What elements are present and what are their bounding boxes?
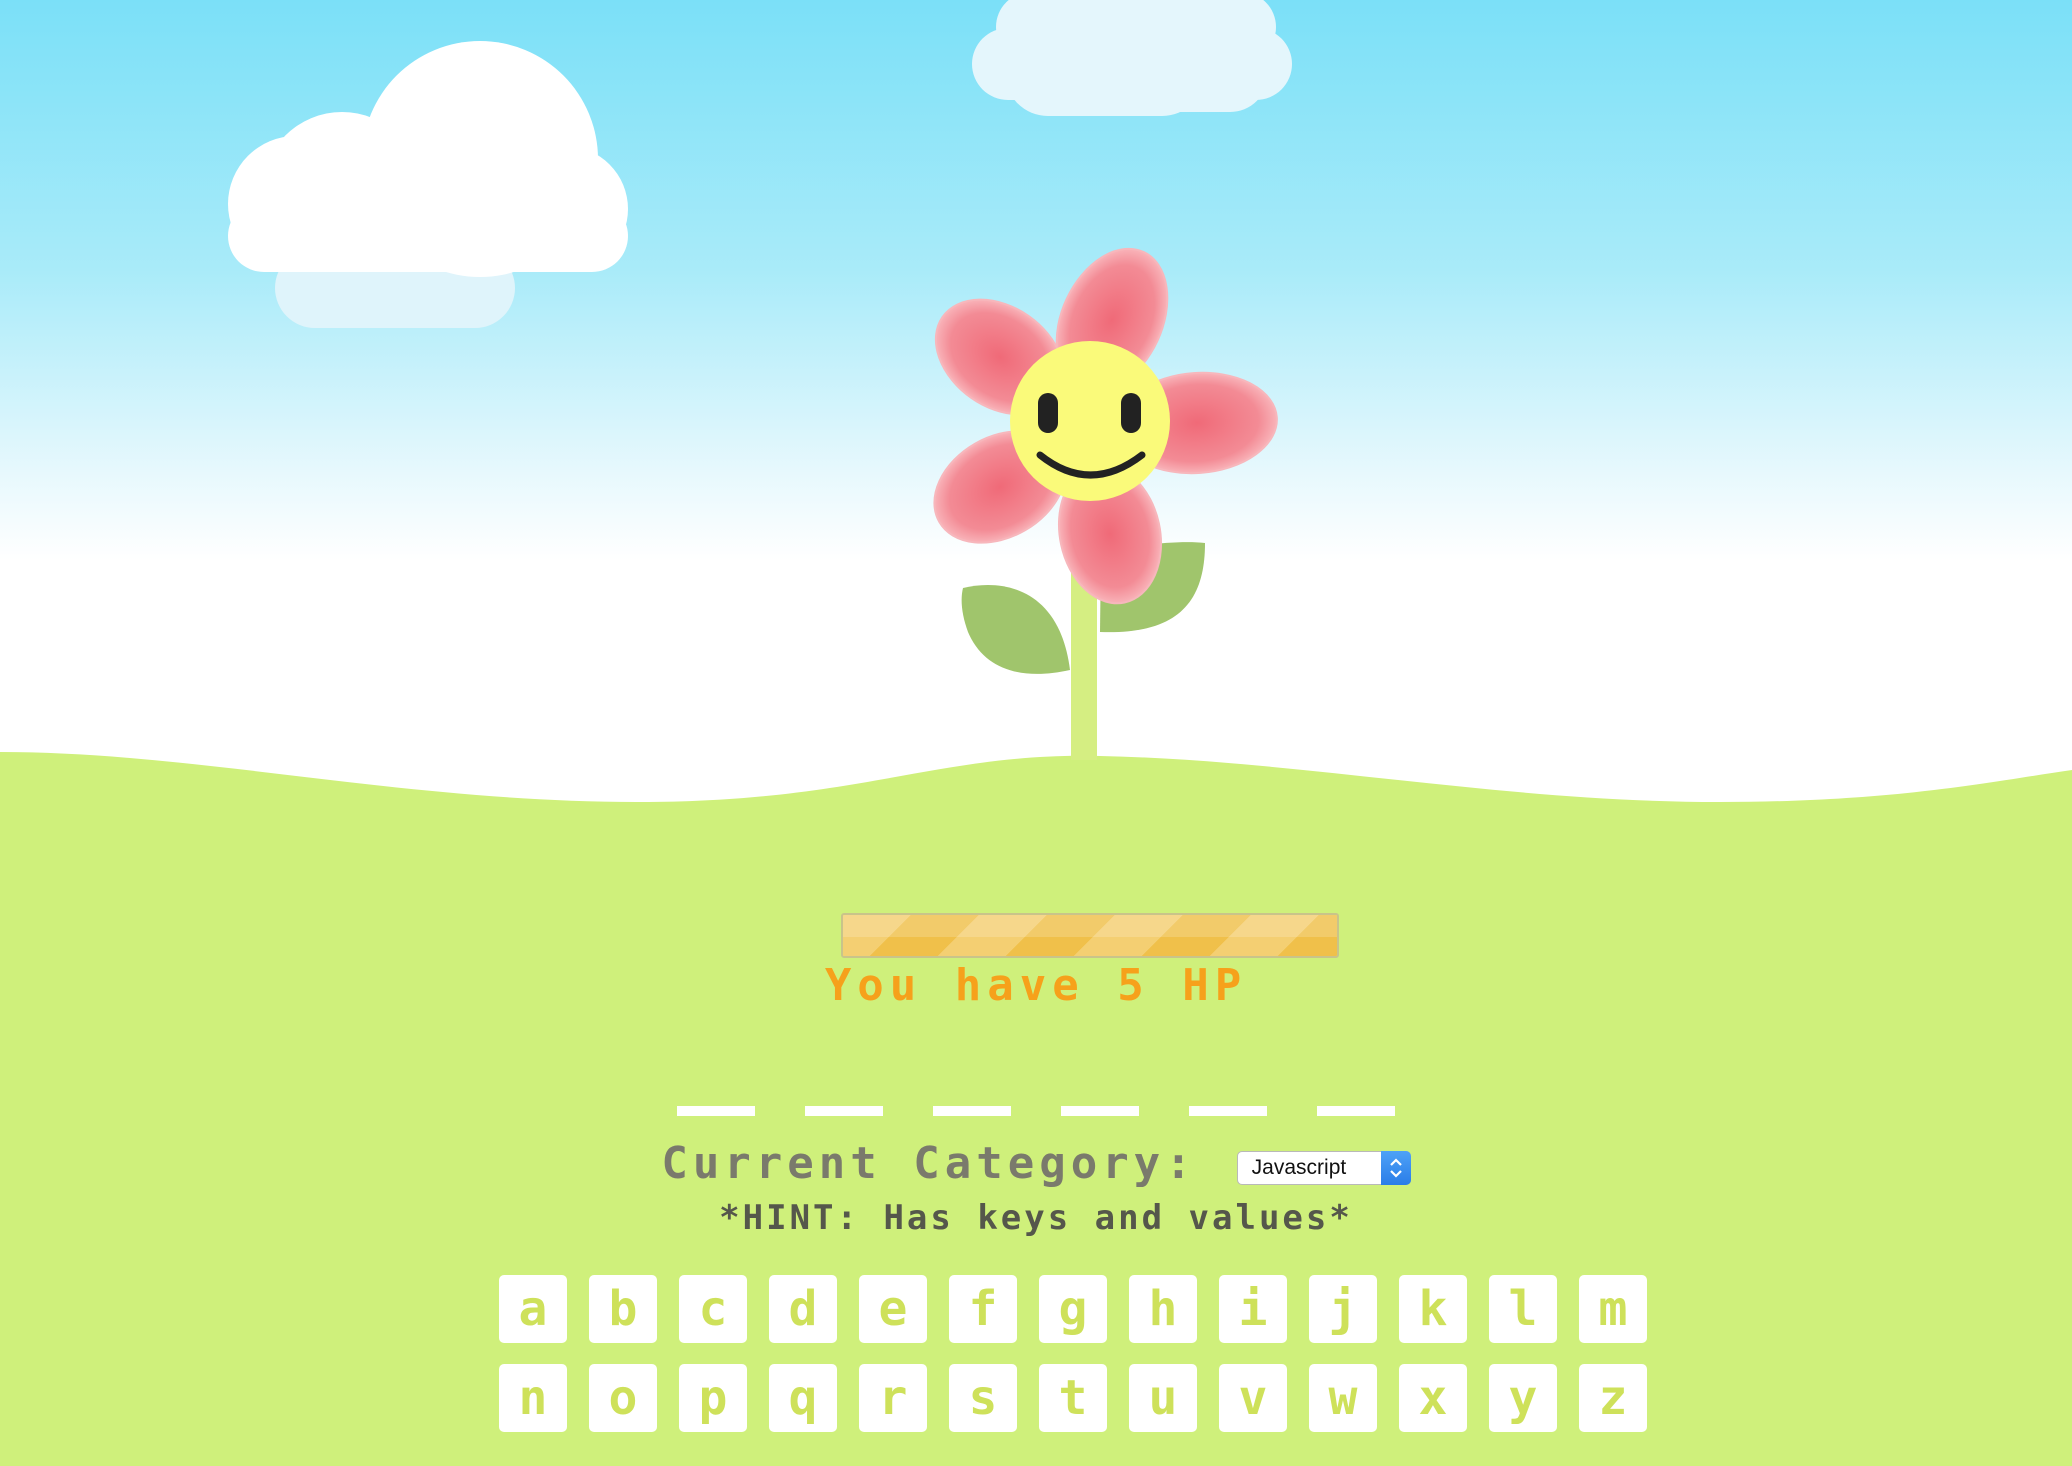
letter-keyboard: abcdefghijklm nopqrstuvwxyz [499, 1275, 1651, 1453]
smiling-flower-icon [933, 247, 1278, 760]
hp-bar-fill [843, 915, 1337, 956]
letter-key-m[interactable]: m [1579, 1275, 1647, 1343]
letter-key-c[interactable]: c [679, 1275, 747, 1343]
letter-blank [933, 1106, 1011, 1116]
hp-bar [841, 913, 1339, 958]
letter-key-w[interactable]: w [1309, 1364, 1377, 1432]
letter-key-l[interactable]: l [1489, 1275, 1557, 1343]
keyboard-row-1: abcdefghijklm [499, 1275, 1651, 1343]
letter-key-b[interactable]: b [589, 1275, 657, 1343]
letter-blank [1317, 1106, 1395, 1116]
letter-key-x[interactable]: x [1399, 1364, 1467, 1432]
letter-key-s[interactable]: s [949, 1364, 1017, 1432]
letter-blank [1189, 1106, 1267, 1116]
category-select-value: Javascript [1251, 1155, 1347, 1179]
letter-key-e[interactable]: e [859, 1275, 927, 1343]
letter-key-a[interactable]: a [499, 1275, 567, 1343]
letter-key-v[interactable]: v [1219, 1364, 1287, 1432]
word-blanks [0, 1106, 2072, 1116]
category-label: Current Category: [661, 1138, 1197, 1189]
leaf-left [961, 584, 1070, 674]
select-arrows-icon [1380, 1150, 1411, 1185]
right-eye [1121, 393, 1141, 433]
letter-key-t[interactable]: t [1039, 1364, 1107, 1432]
letter-key-q[interactable]: q [769, 1364, 837, 1432]
letter-key-j[interactable]: j [1309, 1275, 1377, 1343]
letter-key-u[interactable]: u [1129, 1364, 1197, 1432]
letter-key-d[interactable]: d [769, 1275, 837, 1343]
game-stage: You have 5 HP Current Category: Javascri… [0, 0, 2072, 1466]
letter-key-o[interactable]: o [589, 1364, 657, 1432]
letter-key-i[interactable]: i [1219, 1275, 1287, 1343]
category-select[interactable]: Javascript [1236, 1150, 1411, 1185]
keyboard-row-2: nopqrstuvwxyz [499, 1364, 1651, 1432]
letter-blank [805, 1106, 883, 1116]
letter-key-h[interactable]: h [1129, 1275, 1197, 1343]
letter-blank [677, 1106, 755, 1116]
letter-key-g[interactable]: g [1039, 1275, 1107, 1343]
letter-key-p[interactable]: p [679, 1364, 747, 1432]
hint-text: *HINT: Has keys and values* [719, 1198, 1353, 1238]
letter-key-y[interactable]: y [1489, 1364, 1557, 1432]
left-eye [1038, 393, 1058, 433]
letter-key-r[interactable]: r [859, 1364, 927, 1432]
letter-key-k[interactable]: k [1399, 1275, 1467, 1343]
letter-key-f[interactable]: f [949, 1275, 1017, 1343]
letter-key-z[interactable]: z [1579, 1364, 1647, 1432]
category-row: Current Category: Javascript [0, 1138, 2072, 1189]
hp-text: You have 5 HP [824, 960, 1248, 1011]
letter-blank [1061, 1106, 1139, 1116]
letter-key-n[interactable]: n [499, 1364, 567, 1432]
